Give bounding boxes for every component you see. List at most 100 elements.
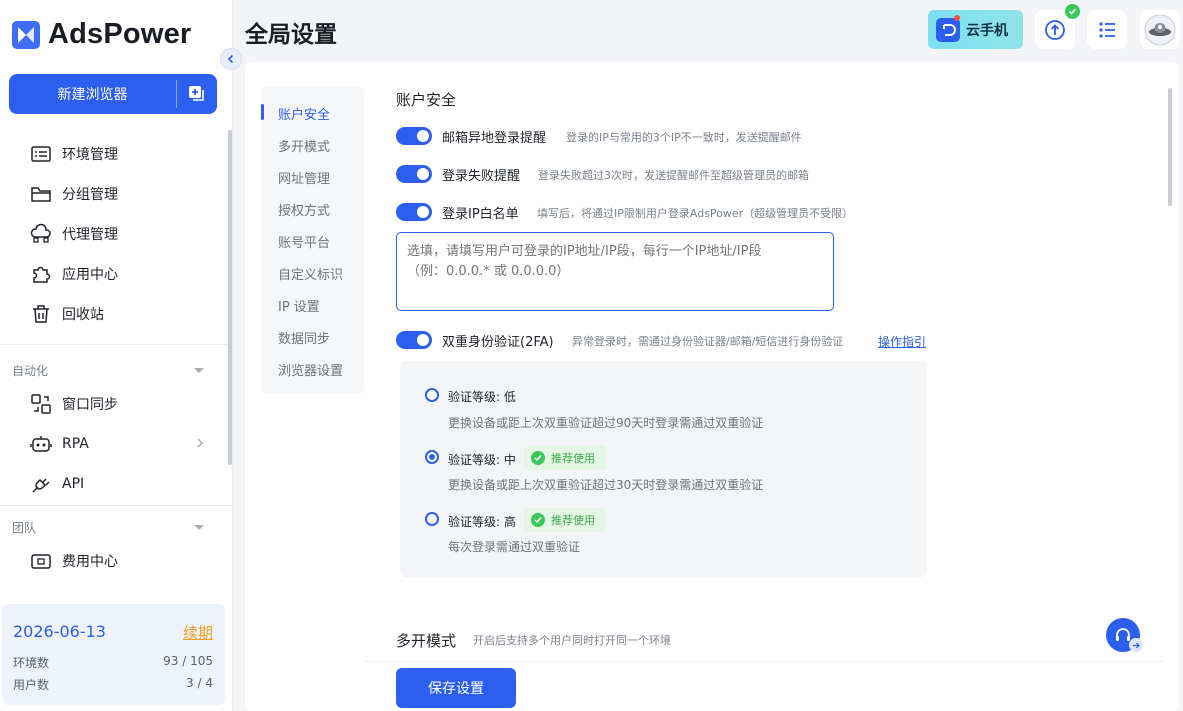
recommended-label: 推荐使用 — [551, 452, 595, 465]
content-scrollbar[interactable] — [1168, 88, 1172, 206]
sidebar-item-label: 环境管理 — [62, 147, 118, 163]
subnav-account-security[interactable]: 账户安全 — [278, 104, 330, 123]
subnav-data-sync[interactable]: 数据同步 — [278, 328, 330, 347]
twofa-level-high-desc: 每次登录需通过双重验证 — [448, 540, 581, 554]
env-count-row: 环境数 93 / 105 — [13, 654, 213, 671]
sidebar-item-label: API — [62, 476, 85, 492]
trash-icon — [33, 305, 49, 323]
automation-collapse-caret-icon[interactable] — [194, 368, 204, 373]
sidebar-item-window-sync[interactable]: 窗口同步 — [30, 390, 118, 418]
recommended-badge: 推荐使用 — [524, 508, 606, 532]
subnav-active-indicator — [261, 104, 264, 120]
app-logo[interactable]: AdsPower — [12, 18, 191, 51]
window-sync-icon — [31, 394, 51, 414]
sidebar-divider — [0, 344, 233, 345]
multi-open-desc: 开启后支持多个用户同时打开同一个环境 — [473, 634, 671, 647]
robot-icon — [30, 436, 52, 452]
proxy-cloud-icon — [30, 223, 51, 243]
twofa-level-medium-label: 验证等级: 中 — [448, 453, 516, 467]
cloud-phone-button[interactable]: 云手机 — [928, 10, 1023, 49]
save-settings-button[interactable]: 保存设置 — [396, 668, 516, 708]
notification-dot — [954, 14, 960, 21]
avatar — [1144, 14, 1176, 45]
sidebar-item-label: 分组管理 — [62, 187, 118, 203]
sidebar-item-label: 应用中心 — [62, 267, 118, 283]
check-circle-icon — [531, 513, 545, 527]
expiry-date: 2026-06-13 — [13, 622, 106, 641]
two-factor-toggle[interactable] — [396, 331, 432, 349]
adspower-logo-icon — [12, 20, 40, 49]
sidebar-item-rpa[interactable]: RPA — [30, 430, 89, 458]
automation-section-label: 自动化 — [12, 364, 49, 378]
puzzle-icon — [33, 266, 51, 283]
add-copy-icon — [189, 86, 204, 101]
sidebar-item-groups[interactable]: 分组管理 — [30, 180, 118, 208]
email-login-alert-label: 邮箱异地登录提醒 — [442, 131, 547, 146]
sidebar-item-proxy[interactable]: 代理管理 — [30, 220, 118, 248]
new-browser-label[interactable]: 新建浏览器 — [9, 74, 176, 114]
ip-whitelist-label: 登录IP白名单 — [442, 207, 519, 222]
plan-info-card: 2026-06-13 续期 环境数 93 / 105 用户数 3 / 4 — [2, 604, 225, 705]
env-count-label: 环境数 — [13, 656, 50, 670]
twofa-level-medium-radio[interactable] — [425, 450, 439, 464]
wallet-icon — [31, 554, 51, 569]
multi-open-title: 多开模式 — [396, 632, 457, 650]
sidebar-item-billing[interactable]: 费用中心 — [30, 547, 118, 575]
recommended-badge: 推荐使用 — [524, 446, 606, 470]
synced-check-icon — [1065, 4, 1080, 19]
sidebar-divider — [0, 505, 233, 506]
twofa-level-high-radio[interactable] — [425, 512, 439, 526]
arrow-right-icon[interactable] — [1129, 638, 1143, 652]
sidebar-collapse-button[interactable] — [220, 48, 242, 70]
user-avatar-button[interactable] — [1140, 10, 1180, 49]
upload-sync-icon — [1045, 19, 1065, 40]
check-circle-icon — [531, 451, 545, 465]
cloud-phone-label: 云手机 — [966, 22, 1008, 39]
recommended-label: 推荐使用 — [551, 514, 595, 527]
login-fail-alert-toggle[interactable] — [396, 165, 432, 183]
ip-whitelist-input[interactable] — [396, 232, 834, 311]
brand-name: AdsPower — [48, 18, 192, 50]
team-collapse-caret-icon[interactable] — [194, 525, 204, 530]
new-browser-button[interactable]: 新建浏览器 — [9, 74, 217, 114]
user-count-label: 用户数 — [13, 678, 50, 692]
task-list-button[interactable] — [1087, 10, 1127, 49]
twofa-level-medium-desc: 更换设备或距上次双重验证超过30天时登录需通过双重验证 — [448, 478, 764, 492]
ip-whitelist-toggle[interactable] — [396, 203, 432, 221]
chevron-left-icon — [227, 54, 234, 64]
environment-list-icon — [31, 146, 51, 162]
email-login-alert-desc: 登录的IP与常用的3个IP不一致时，发送提醒邮件 — [566, 131, 802, 144]
batch-add-button[interactable] — [177, 74, 217, 114]
env-count-value: 93 / 105 — [163, 654, 213, 668]
login-fail-alert-desc: 登录失败超过3次时，发送提醒邮件至超级管理员的邮箱 — [538, 169, 809, 182]
user-count-row: 用户数 3 / 4 — [13, 676, 213, 693]
two-factor-label: 双重身份验证(2FA) — [442, 335, 554, 350]
chevron-right-icon — [197, 438, 204, 448]
subnav-custom-label[interactable]: 自定义标识 — [278, 264, 343, 283]
sidebar-item-api[interactable]: API — [30, 470, 84, 498]
sidebar-item-recycle-bin[interactable]: 回收站 — [30, 300, 104, 328]
guide-link[interactable]: 操作指引 — [878, 333, 926, 350]
twofa-level-low-label: 验证等级: 低 — [448, 390, 516, 404]
twofa-level-low-radio[interactable] — [425, 388, 439, 402]
sidebar-scrollbar[interactable] — [228, 130, 232, 465]
sidebar-item-label: 费用中心 — [62, 554, 118, 570]
subnav-account-platform[interactable]: 账号平台 — [278, 232, 330, 251]
subnav-multi-open[interactable]: 多开模式 — [278, 136, 330, 155]
folder-icon — [31, 187, 51, 202]
renew-link[interactable]: 续期 — [183, 622, 213, 643]
sidebar-item-label: 窗口同步 — [62, 397, 118, 413]
account-security-title: 账户安全 — [396, 91, 457, 109]
twofa-level-low-desc: 更换设备或距上次双重验证超过90天时登录需通过双重验证 — [448, 416, 764, 430]
sidebar-item-environment[interactable]: 环境管理 — [30, 140, 118, 168]
login-fail-alert-label: 登录失败提醒 — [442, 169, 521, 184]
sidebar-item-app-center[interactable]: 应用中心 — [30, 260, 118, 288]
subnav-browser-settings[interactable]: 浏览器设置 — [278, 360, 343, 379]
subnav-auth-method[interactable]: 授权方式 — [278, 200, 330, 219]
page-title: 全局设置 — [245, 22, 337, 48]
subnav-ip-settings[interactable]: IP 设置 — [278, 296, 320, 315]
twofa-level-high-label: 验证等级: 高 — [448, 515, 516, 529]
email-login-alert-toggle[interactable] — [396, 127, 432, 145]
subnav-url-management[interactable]: 网址管理 — [278, 168, 330, 187]
sidebar-item-label: 代理管理 — [62, 227, 118, 243]
